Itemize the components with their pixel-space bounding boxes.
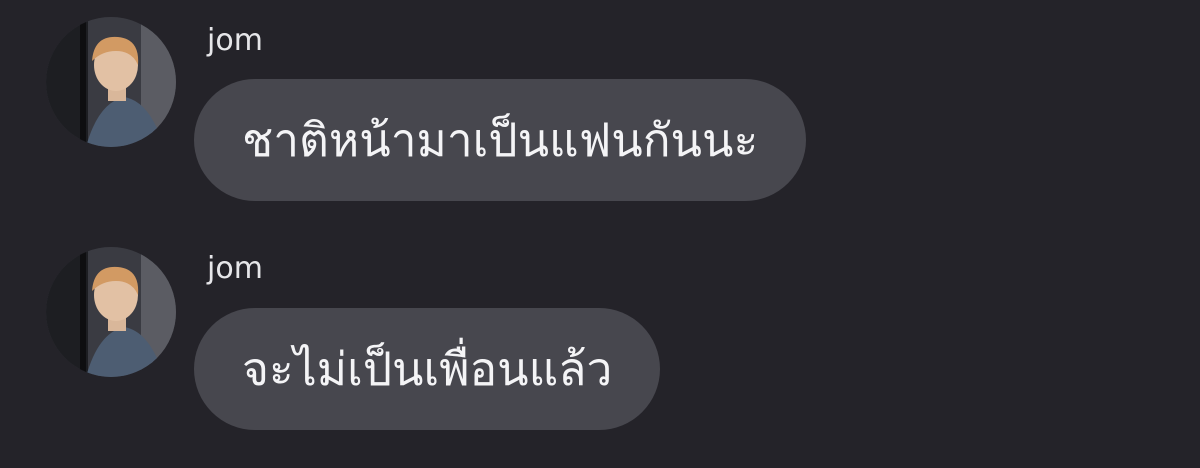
sender-name: jom: [207, 251, 263, 286]
avatar[interactable]: [46, 17, 176, 147]
message-bubble[interactable]: ชาติหน้ามาเป็นแฟนกันนะ: [194, 79, 807, 201]
chat-thread: jom ชาติหน้ามาเป็นแฟนกันนะ jom จะไม่เป็น…: [0, 0, 1200, 468]
sender-name: jom: [207, 23, 263, 58]
avatar[interactable]: [46, 247, 176, 377]
profile-photo-icon: [46, 17, 176, 147]
profile-photo-icon: [46, 247, 176, 377]
message-bubble[interactable]: จะไม่เป็นเพื่อนแล้ว: [194, 308, 661, 430]
